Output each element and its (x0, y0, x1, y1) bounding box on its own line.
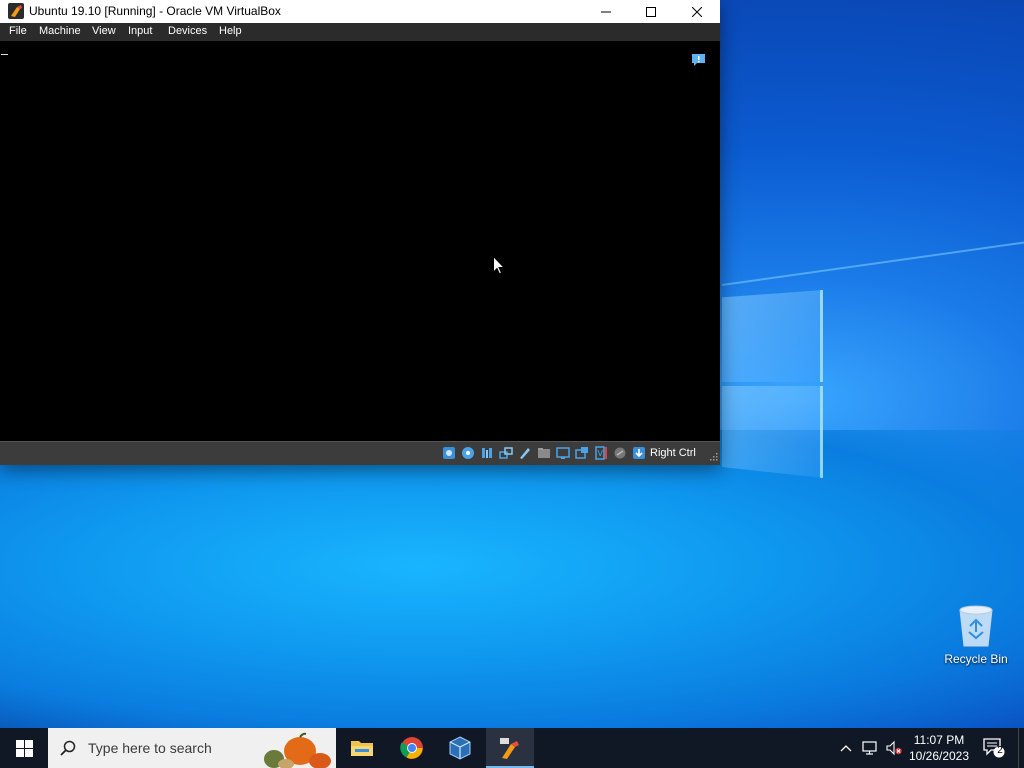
virtualbox-window[interactable]: Ubuntu 19.10 [Running] - Oracle VM Virtu… (0, 0, 720, 465)
search-placeholder: Type here to search (88, 740, 212, 756)
recycle-bin-icon (959, 605, 993, 647)
virtualbox-icon (449, 736, 471, 760)
search-icon (60, 740, 76, 756)
file-explorer-icon (351, 741, 373, 756)
vm-status-bar: V Right Ctrl (0, 441, 720, 465)
pumpkins-search-highlight-icon (264, 732, 331, 768)
windows-logo-pane-top (722, 290, 823, 382)
window-title: Ubuntu 19.10 [Running] - Oracle VM Virtu… (29, 4, 281, 18)
console-text-cursor (1, 54, 8, 55)
search-box[interactable]: Type here to search (48, 728, 336, 768)
menu-file[interactable]: File (9, 25, 27, 37)
notification-icon[interactable] (691, 53, 706, 67)
close-button[interactable] (674, 0, 720, 23)
windows-logo-pane-bottom (722, 386, 823, 478)
chrome-icon (400, 737, 423, 759)
windows-start-icon (15, 739, 33, 757)
menu-bar: File Machine View Input Devices Help (0, 23, 720, 41)
vm-display[interactable] (0, 41, 720, 441)
taskbar-chrome[interactable] (388, 728, 436, 768)
wallpaper-beam (721, 240, 1024, 286)
network-status-icon[interactable] (862, 740, 878, 756)
recycle-bin[interactable]: Recycle Bin (940, 600, 1012, 672)
clock-time: 11:07 PM (913, 733, 965, 747)
minimize-icon (601, 11, 611, 12)
desktop: Ubuntu 19.10 [Running] - Oracle VM Virtu… (0, 0, 1024, 768)
menu-machine[interactable]: Machine (39, 25, 81, 37)
minimize-button[interactable] (583, 0, 629, 23)
optical-disc-icon[interactable] (461, 446, 475, 460)
notification-count-badge: 2 (997, 745, 1003, 756)
title-bar[interactable]: Ubuntu 19.10 [Running] - Oracle VM Virtu… (0, 0, 720, 23)
svg-text:V: V (598, 449, 604, 458)
shared-folders-icon[interactable] (537, 446, 551, 460)
mouse-integration-icon[interactable] (613, 446, 627, 460)
wallpaper-glow (0, 430, 1024, 768)
mouse-pointer-icon (493, 256, 505, 275)
action-center-button[interactable]: 2 (980, 728, 1010, 768)
audio-icon[interactable] (480, 446, 494, 460)
system-clock[interactable]: 11:07 PM 10/26/2023 (904, 732, 974, 764)
video-capture-icon[interactable] (575, 446, 589, 460)
show-desktop-button[interactable] (1018, 728, 1024, 768)
taskbar-ubuntu-vm[interactable] (486, 728, 534, 768)
menu-help[interactable]: Help (219, 25, 242, 37)
chevron-up-icon[interactable] (838, 740, 854, 756)
usb-icon[interactable] (518, 446, 532, 460)
volume-muted-icon[interactable] (886, 740, 902, 756)
close-icon (692, 6, 702, 17)
taskbar-file-explorer[interactable] (338, 728, 386, 768)
cpu-icon[interactable]: V (594, 446, 608, 460)
start-button[interactable] (0, 728, 48, 768)
taskbar-virtualbox-manager[interactable] (436, 728, 484, 768)
maximize-icon (646, 6, 656, 17)
maximize-button[interactable] (628, 0, 674, 23)
menu-input[interactable]: Input (128, 25, 152, 37)
menu-view[interactable]: View (92, 25, 116, 37)
menu-devices[interactable]: Devices (168, 25, 207, 37)
taskbar: Type here to search 11:07 PM 10/26/2023 … (0, 728, 1024, 768)
recycle-bin-label: Recycle Bin (944, 652, 1008, 666)
keyboard-icon[interactable] (632, 446, 646, 460)
hard-disk-icon[interactable] (442, 446, 456, 460)
network-icon[interactable] (499, 446, 513, 460)
resize-grip-icon[interactable] (707, 452, 718, 463)
virtualbox-app-icon (8, 3, 24, 19)
display-icon[interactable] (556, 446, 570, 460)
virtualbox-vm-icon (500, 738, 519, 759)
clock-date: 10/26/2023 (908, 749, 970, 763)
host-key-label: Right Ctrl (650, 447, 696, 459)
